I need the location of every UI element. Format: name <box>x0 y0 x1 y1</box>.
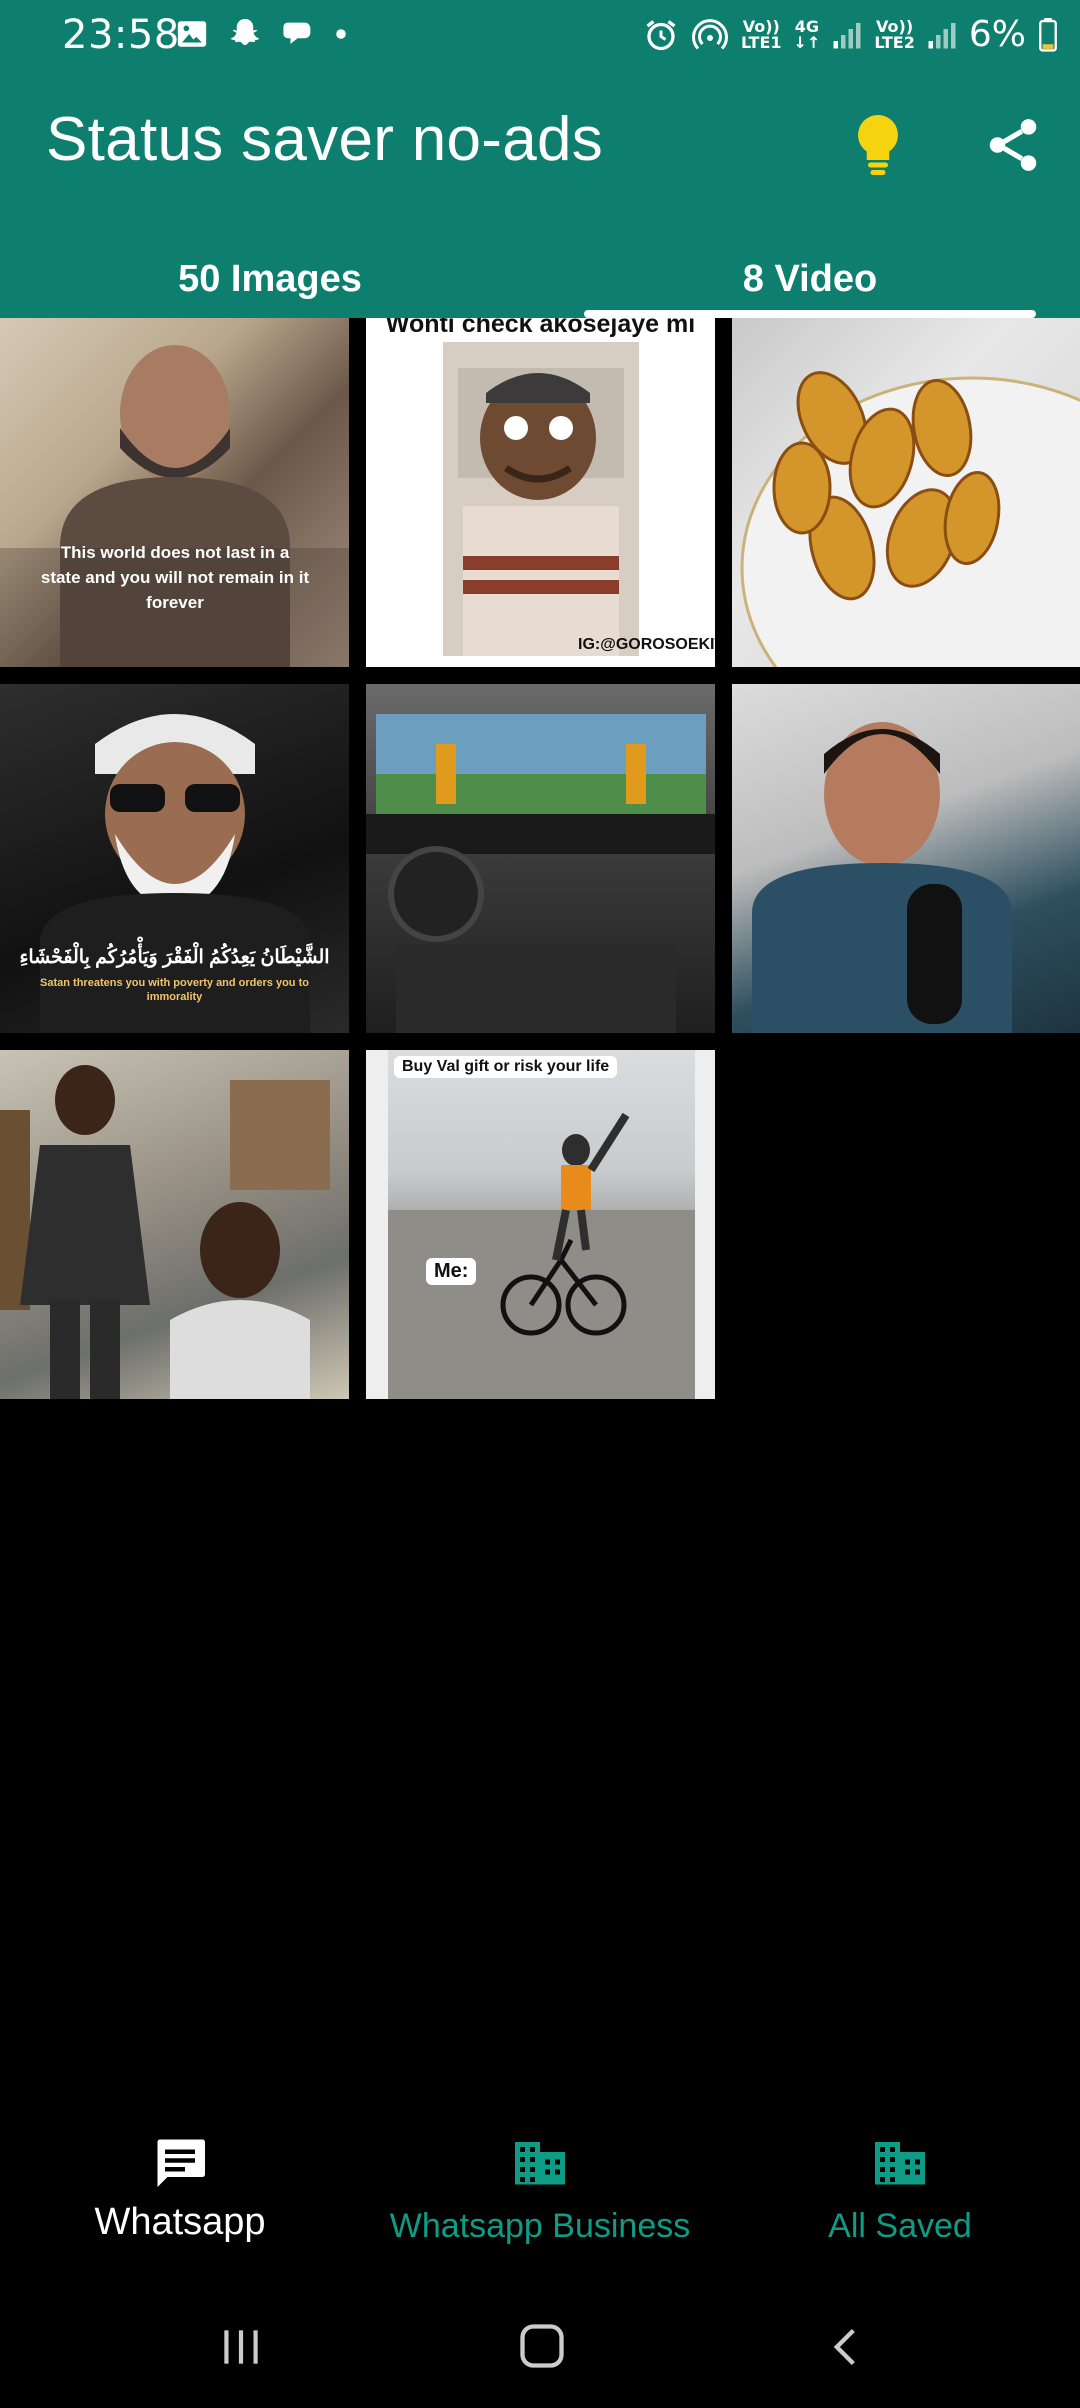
nav-label: Whatsapp Business <box>389 2207 691 2245</box>
thumbnail-racing-sim[interactable] <box>366 684 715 1033</box>
thumbnail-man-microphone[interactable] <box>732 684 1080 1033</box>
signal-icon-2 <box>928 22 956 48</box>
thumbnail-scholar[interactable]: الشَّيْطَانُ يَعِدُكُمُ الْفَقْرَ وَيَأْ… <box>0 684 349 1033</box>
system-status-icons: Vo)) LTE1 4G ↓↑ Vo)) LTE2 6% <box>643 14 1058 55</box>
sim2-volte: Vo)) LTE2 <box>874 16 915 52</box>
thumbnail-caption: Wonti check akosejaye mi <box>385 318 696 338</box>
thumbnail-label: Me: <box>426 1258 477 1285</box>
sim1-volte: Vo)) LTE1 <box>741 16 782 52</box>
alarm-icon <box>646 19 676 50</box>
thumbnail-two-men[interactable] <box>0 1050 349 1399</box>
thumbnail-portrait-man[interactable]: This world does not last in a state and … <box>0 318 349 667</box>
status-time: 23:58 <box>62 12 180 58</box>
home-icon[interactable] <box>516 2320 568 2372</box>
two-men-illustration <box>0 1065 330 1399</box>
nav-label: Whatsapp <box>94 2201 266 2243</box>
notification-icons <box>175 16 347 52</box>
thumbnail-watermark: IG:@GOROSOEKITI <box>578 636 715 653</box>
recents-icon[interactable] <box>216 2322 266 2372</box>
man-illustration <box>752 722 1012 1033</box>
battery-icon <box>1039 17 1057 52</box>
share-icon <box>989 119 1037 171</box>
tips-button[interactable] <box>848 112 908 178</box>
thumbnail-food[interactable] <box>732 318 1080 667</box>
back-icon[interactable] <box>824 2322 868 2372</box>
thumbnail-bicycle-meme[interactable]: Buy Val gift or risk your life Me: <box>366 1050 715 1399</box>
tab-videos[interactable]: 8 Video <box>540 258 1080 301</box>
chat-icon <box>157 2139 205 2187</box>
chat-bubble-icon <box>283 22 311 44</box>
bottom-navigation: Whatsapp Whatsapp Business All Saved <box>0 2110 1080 2270</box>
bicycle-illustration <box>388 1112 695 1399</box>
left-frame <box>366 1050 388 1399</box>
tab-bar: 50 Images 8 Video <box>0 248 1080 318</box>
tab-indicator <box>584 310 1036 318</box>
thumbnail-cartoon-meme[interactable]: Wonti check akosejaye mi IG:@GOROSOEKITI <box>366 318 715 667</box>
app-title: Status saver no-ads <box>46 105 604 174</box>
nav-whatsapp-business[interactable]: Whatsapp Business <box>360 2132 720 2246</box>
nav-whatsapp[interactable]: Whatsapp <box>0 2132 360 2244</box>
thumbnail-caption: This world does not last in a state and … <box>40 543 310 612</box>
food-illustration <box>740 371 1080 667</box>
snapchat-icon <box>230 19 260 46</box>
racing-sim-illustration <box>366 714 715 1033</box>
signal-icon <box>833 22 861 48</box>
nav-label: All Saved <box>828 2207 972 2245</box>
thumbnail-caption: Satan threatens you with poverty and ord… <box>40 977 309 1003</box>
cartoon-illustration <box>443 342 639 656</box>
thumbnail-caption: Buy Val gift or risk your life <box>394 1056 618 1078</box>
battery-percent: 6% <box>968 14 1026 55</box>
dot-icon <box>336 29 346 39</box>
gallery-icon <box>177 21 207 47</box>
hotspot-icon <box>692 18 728 50</box>
network-4g: 4G ↓↑ <box>793 16 821 52</box>
thumbnail-arabic-caption: الشَّيْطَانُ يَعِدُكُمُ الْفَقْرَ وَيَأْ… <box>19 947 330 968</box>
lightbulb-icon <box>858 115 898 175</box>
tab-images[interactable]: 50 Images <box>0 258 540 301</box>
app-bar: 23:58 Vo)) LTE1 4G ↓↑ Vo)) LTE2 6% Status s… <box>0 0 1080 318</box>
status-bar: 23:58 Vo)) LTE1 4G ↓↑ Vo)) LTE2 6% <box>0 0 1080 74</box>
business-icon <box>875 2142 925 2185</box>
system-navigation-bar <box>0 2300 1080 2408</box>
share-button[interactable] <box>982 112 1044 178</box>
right-frame <box>695 1050 715 1399</box>
nav-all-saved[interactable]: All Saved <box>720 2132 1080 2246</box>
business-icon <box>515 2142 565 2185</box>
